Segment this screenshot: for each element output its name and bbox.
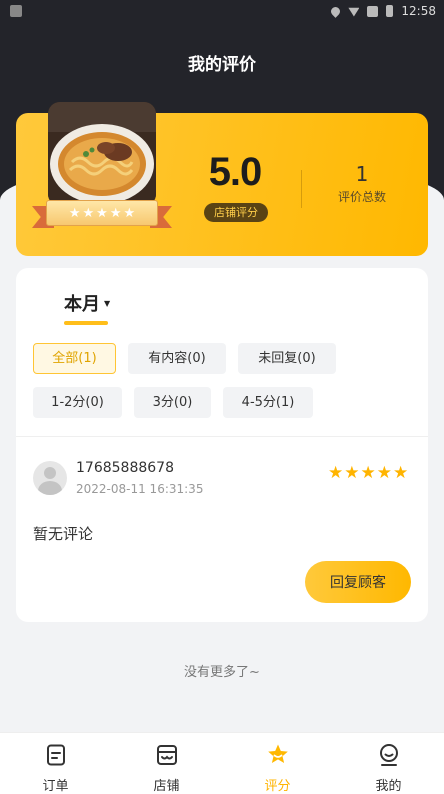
star-icon: ★ (376, 463, 392, 483)
review-rating: ★ ★ ★ ★ ★ (328, 465, 408, 482)
review-total-label: 评价总数 (337, 190, 386, 204)
tab-label: 评分 (264, 779, 291, 794)
shop-image (48, 102, 156, 206)
no-more-text: 没有更多了~ (184, 665, 260, 680)
shop-score: 5.0 (208, 150, 263, 194)
tab-label: 我的 (375, 779, 402, 794)
star-icon: ★ (344, 463, 360, 483)
star-icon: ★ (393, 463, 409, 483)
profile-icon (379, 744, 398, 766)
period-selector[interactable]: 本月 ▼ (64, 290, 110, 316)
star-icon: ★ (360, 463, 376, 483)
location-icon (329, 4, 343, 18)
battery-icon (386, 5, 394, 17)
page-title: 我的评价 (188, 55, 256, 75)
star-icon: ★ (328, 463, 344, 483)
divider (301, 170, 302, 208)
shop-icon (156, 745, 177, 765)
tab-order[interactable]: 订单 (0, 733, 111, 794)
filter-chip-all[interactable]: 全部(1) (33, 343, 116, 374)
status-time: 12:58 (401, 4, 436, 18)
review-total-count: 1 (355, 162, 369, 186)
review-comment: 暂无评论 (33, 525, 94, 543)
star-badge-icon (267, 744, 288, 763)
caret-down-icon: ▼ (104, 298, 111, 308)
period-underline (64, 321, 108, 325)
status-bar: 12:58 (0, 0, 444, 24)
review-time: 2022-08-11 16:31:35 (76, 482, 204, 496)
filter-chip-score-3[interactable]: 3分(0) (134, 387, 211, 418)
star-icon: ★ (68, 205, 81, 221)
tab-label: 订单 (42, 779, 69, 794)
star-icon: ★ (82, 205, 95, 221)
period-label: 本月 (64, 294, 100, 315)
bottom-tab-bar: 订单 店铺 评分 我的 (0, 732, 444, 794)
filter-chip-score-4-5[interactable]: 4-5分(1) (223, 387, 313, 418)
tab-rating[interactable]: 评分 (222, 733, 333, 794)
divider (16, 436, 428, 437)
reply-customer-button[interactable]: 回复顾客 (305, 561, 411, 603)
tab-profile[interactable]: 我的 (333, 733, 444, 794)
order-icon (46, 744, 65, 766)
star-icon: ★ (109, 205, 122, 221)
filter-chip-with-content[interactable]: 有内容(0) (128, 343, 226, 374)
avatar (33, 461, 67, 495)
star-icon: ★ (96, 205, 108, 221)
filter-chip-score-1-2[interactable]: 1-2分(0) (33, 387, 122, 418)
reviewer-name: 17685888678 (76, 460, 174, 476)
tab-label: 店铺 (153, 779, 180, 794)
notification-icon (10, 5, 22, 17)
wifi-icon (348, 7, 360, 17)
rating-ribbon: ★ ★ ★ ★ ★ (32, 196, 172, 234)
signal-icon (367, 5, 379, 17)
shop-score-label: 店铺评分 (204, 203, 268, 222)
filter-chip-unreplied[interactable]: 未回复(0) (238, 343, 336, 374)
star-icon: ★ (123, 205, 136, 221)
tab-shop[interactable]: 店铺 (111, 733, 222, 794)
